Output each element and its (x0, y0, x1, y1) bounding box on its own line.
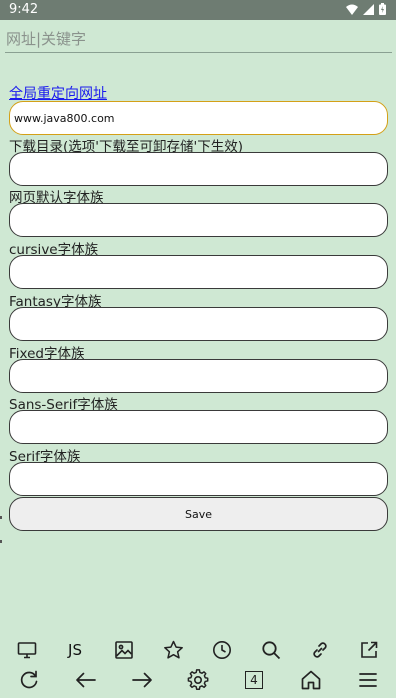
battery-icon (379, 3, 386, 15)
url-input[interactable] (5, 26, 392, 52)
serif-font-field[interactable] (9, 462, 388, 496)
toolbar-bottom: 4 (0, 666, 396, 694)
javascript-toggle-button[interactable]: JS (61, 636, 89, 664)
url-bar (5, 26, 392, 53)
star-icon (163, 640, 183, 659)
edge-mark (0, 540, 2, 543)
clock-icon (213, 641, 231, 659)
home-icon (301, 670, 321, 690)
search-button[interactable] (257, 636, 285, 664)
refresh-button[interactable] (15, 666, 43, 694)
tab-count-badge: 4 (245, 671, 263, 689)
default-font-field[interactable] (9, 203, 388, 237)
toolbar-top: JS (0, 636, 396, 664)
home-button[interactable] (297, 666, 325, 694)
cursive-font-field[interactable] (9, 255, 388, 289)
search-icon (262, 641, 281, 660)
gear-icon (187, 669, 209, 690)
status-icons (346, 3, 386, 15)
download-dir-field[interactable] (9, 152, 388, 186)
arrow-left-icon (76, 672, 96, 688)
images-toggle-button[interactable] (110, 636, 138, 664)
fantasy-font-field[interactable] (9, 307, 388, 341)
global-redirect-link[interactable]: 全局重定向网址 (9, 83, 107, 103)
js-label: JS (68, 641, 82, 659)
fixed-font-field[interactable] (9, 359, 388, 393)
arrow-right-icon (132, 672, 152, 688)
image-icon (115, 641, 133, 659)
edge-mark (0, 516, 2, 519)
wifi-icon (346, 4, 358, 15)
copy-link-button[interactable] (306, 636, 334, 664)
tabs-button[interactable]: 4 (240, 666, 268, 694)
signal-icon (363, 3, 374, 15)
menu-button[interactable] (354, 666, 382, 694)
link-icon (313, 642, 327, 658)
desktop-mode-button[interactable] (13, 636, 41, 664)
bookmark-button[interactable] (159, 636, 187, 664)
history-button[interactable] (208, 636, 236, 664)
status-time: 9:42 (9, 2, 39, 17)
status-bar: 9:42 (0, 0, 396, 20)
refresh-icon (20, 670, 38, 689)
external-link-icon (361, 641, 378, 658)
back-button[interactable] (72, 666, 100, 694)
save-button[interactable]: Save (9, 497, 388, 531)
redirect-url-field[interactable] (9, 101, 388, 135)
monitor-icon (17, 642, 37, 659)
open-external-button[interactable] (355, 636, 383, 664)
sans-serif-font-field[interactable] (9, 410, 388, 444)
hamburger-menu-icon (359, 673, 377, 687)
settings-button[interactable] (184, 666, 212, 694)
forward-button[interactable] (128, 666, 156, 694)
